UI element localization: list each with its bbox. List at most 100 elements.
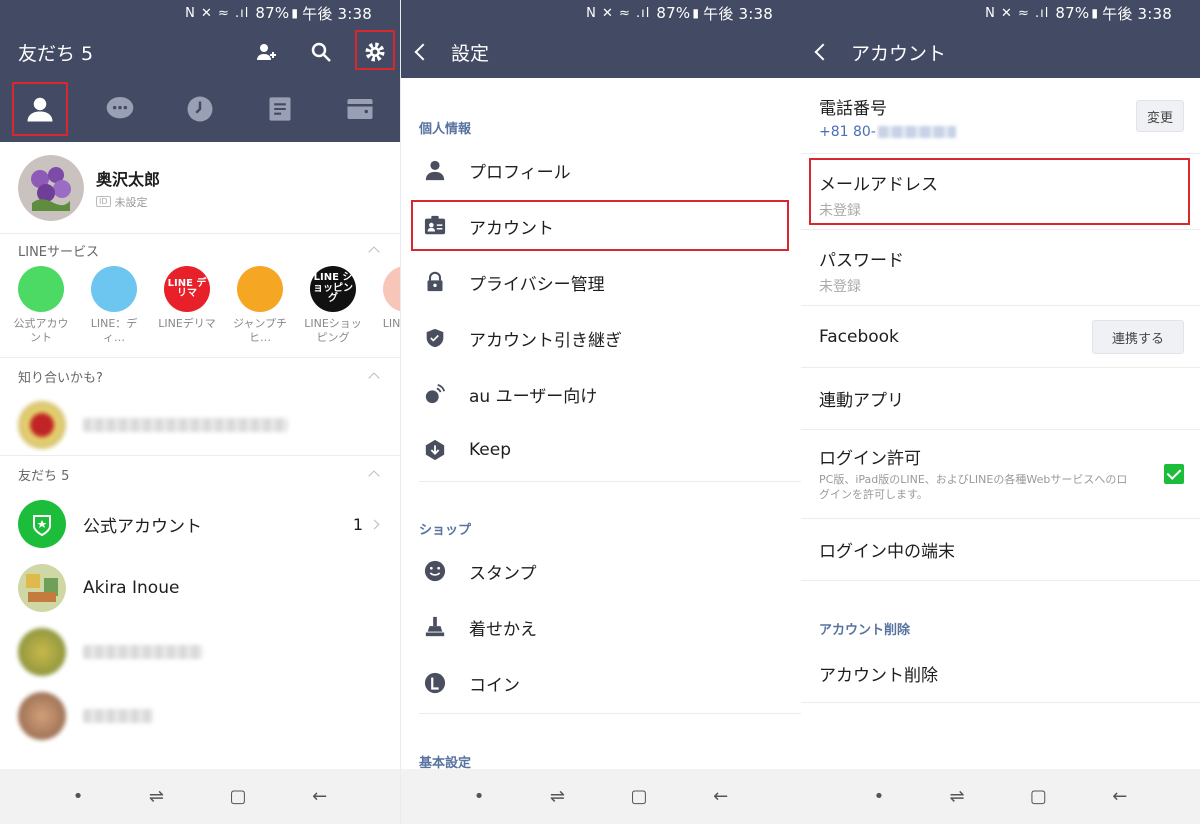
group-header-delete: アカウント削除 [819,623,911,638]
menu-privacy[interactable]: プライバシー管理 [401,254,801,310]
service-icon: LINE ショッピング [310,266,356,312]
phone-number: +81 80- [819,124,876,140]
tab-chats[interactable] [103,92,137,126]
back-arrow-icon[interactable] [814,43,832,61]
tab-news[interactable] [263,92,297,126]
email-label: メールアドレス [819,175,938,195]
nav-dot-icon[interactable]: • [474,786,485,807]
service-icon [91,266,137,312]
service-item[interactable]: ジャンプチヒ… [233,266,287,357]
page-title: 設定 [451,42,490,65]
wallet-icon [347,99,373,119]
suggested-friend-row[interactable] [0,394,400,456]
password-label: パスワード [819,251,904,271]
account-appbar: アカウント [801,26,1200,78]
add-friend-icon[interactable] [254,40,278,64]
facebook-connect-button[interactable]: 連携する [1092,320,1184,354]
battery-icon: ▮ [291,6,299,20]
service-item[interactable]: LINE：ディ… [91,266,137,357]
friends-header-label: 友だち 5 [18,468,70,484]
chat-icon [106,97,134,119]
friend-row-official[interactable]: 公式アカウント 1 [0,492,400,556]
battery-icon: ▮ [1091,6,1099,20]
email-value: 未登録 [819,203,861,219]
service-item[interactable]: LINEバ… [383,266,400,357]
system-nav-bar: • ⇌ ▢ ← [0,769,400,824]
battery-level: 87% [255,4,290,22]
back-icon[interactable]: ← [1112,786,1127,807]
tab-friends[interactable] [23,92,57,126]
au-icon [423,382,447,406]
friend-row[interactable]: Akira Inoue [0,556,400,620]
my-profile-row[interactable]: 奥沢太郎 ID 未設定 [0,142,400,234]
recent-apps-icon[interactable]: ⇌ [950,786,965,807]
service-icon [383,266,400,312]
battery-icon: ▮ [692,6,700,20]
facebook-label: Facebook [819,326,899,347]
password-value: 未登録 [819,279,861,295]
gear-icon[interactable] [363,40,387,64]
menu-au-user[interactable]: au ユーザー向け [401,366,801,422]
friends-screen: N ✕ ≈ .ıl 87% ▮ 午後 3:38 友だち 5 奥沢太郎 ID 未設… [0,0,400,824]
search-icon[interactable] [309,40,333,64]
menu-stickers[interactable]: スタンプ [401,543,801,599]
screenshot-collage: N ✕ ≈ .ıl 87% ▮ 午後 3:38 友だち 5 奥沢太郎 ID 未設… [0,0,1200,824]
friends-header[interactable]: 友だち 5 [0,456,400,492]
friend-row[interactable] [0,620,400,684]
menu-profile[interactable]: プロフィール [401,142,801,198]
battery-level: 87% [656,4,691,22]
menu-label: Keep [469,440,512,460]
menu-themes[interactable]: 着せかえ [401,599,801,655]
news-icon [269,97,291,121]
home-icon[interactable]: ▢ [631,786,648,807]
person-icon [27,97,53,122]
account-screen: N ✕ ≈ .ıl 87% ▮ 午後 3:38 アカウント 電話番号 +81 8… [801,0,1200,824]
service-item[interactable]: LINE ショッピング LINEショッピング [304,266,362,357]
services-header[interactable]: LINEサービス [0,234,400,266]
nav-dot-icon[interactable]: • [73,786,84,807]
blurred-name [83,417,288,432]
home-icon[interactable]: ▢ [230,786,247,807]
login-permit-checkbox[interactable] [1164,464,1184,484]
menu-label: 着せかえ [469,619,537,640]
blurred-avatar [18,692,66,740]
menu-label: アカウント引き継ぎ [469,330,622,351]
service-item[interactable]: 公式アカウント [14,266,69,357]
menu-label: スタンプ [469,563,537,584]
password-row[interactable]: パスワード 未登録 [801,230,1200,306]
suggest-header[interactable]: 知り合いかも? [0,358,400,394]
back-icon[interactable]: ← [312,786,327,807]
back-arrow-icon[interactable] [414,43,432,61]
tab-wallet[interactable] [343,92,377,126]
services-header-label: LINEサービス [18,244,100,260]
nav-dot-icon[interactable]: • [874,786,885,807]
page-title: 友だち 5 [18,42,94,65]
linked-apps-row[interactable]: 連動アプリ [801,368,1200,430]
keep-icon [423,438,447,462]
status-bar: N ✕ ≈ .ıl 87% ▮ 午後 3:38 [801,0,1200,26]
back-icon[interactable]: ← [713,786,728,807]
service-icon: LINE デリマ [164,266,210,312]
login-permit-label: ログイン許可 [819,449,921,469]
chevron-right-icon [369,519,380,529]
delete-account-row[interactable]: アカウント削除 [801,645,1200,703]
menu-account-transfer[interactable]: アカウント引き継ぎ [401,310,801,366]
login-permit-row: ログイン許可 PC版、iPad版のLINE、およびLINEの各種Webサービスへ… [801,430,1200,519]
menu-keep[interactable]: Keep [401,422,801,478]
group-header-personal: 個人情報 [419,122,472,137]
service-item[interactable]: LINE デリマ LINEデリマ [158,266,216,357]
home-icon[interactable]: ▢ [1030,786,1047,807]
recent-apps-icon[interactable]: ⇌ [149,786,164,807]
battery-level: 87% [1055,4,1090,22]
login-devices-row[interactable]: ログイン中の端末 [801,519,1200,581]
email-row[interactable]: メールアドレス 未登録 [801,154,1200,230]
suggest-header-label: 知り合いかも? [18,370,103,386]
change-phone-button[interactable]: 変更 [1136,100,1184,132]
recent-apps-icon[interactable]: ⇌ [550,786,565,807]
tab-timeline[interactable] [183,92,217,126]
menu-account[interactable]: アカウント [401,198,801,254]
chevron-up-icon [368,470,380,482]
service-label: LINEデリマ [158,317,216,330]
menu-coins[interactable]: コイン [401,655,801,711]
friend-row[interactable] [0,684,400,748]
